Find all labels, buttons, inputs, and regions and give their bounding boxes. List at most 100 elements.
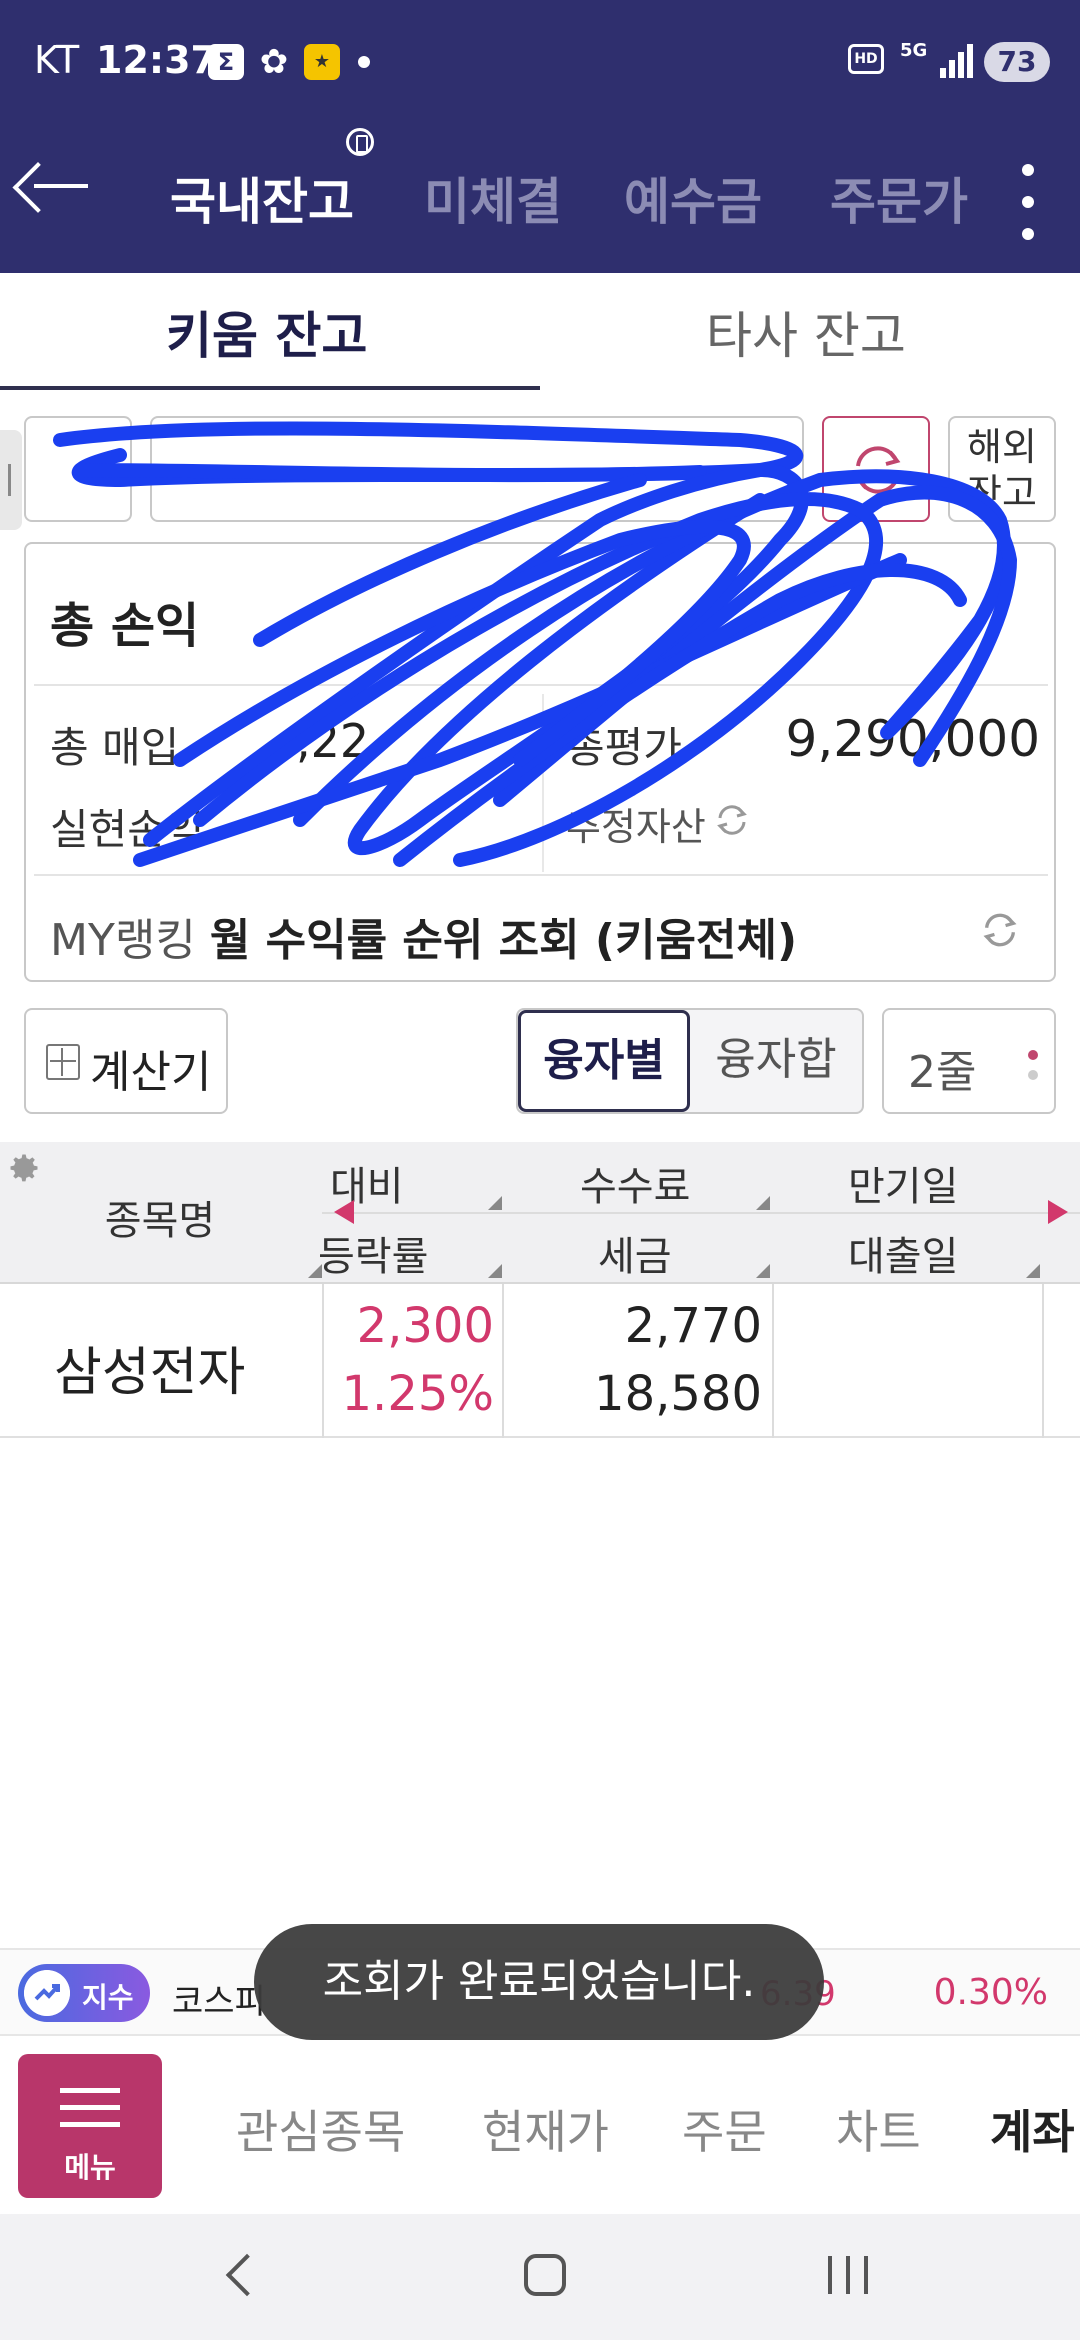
index-rate: 0.30% [933, 1972, 1048, 2013]
overseas-label-line2: 잔고 [967, 471, 1037, 515]
kb-app-icon: ★ [304, 44, 340, 80]
col-change-rate[interactable]: 등락률 [318, 1224, 428, 1282]
calculator-icon [46, 1044, 80, 1080]
calculator-label: 계산기 [90, 1047, 212, 1098]
clock: 12:37 [96, 38, 217, 82]
indicator-dot-icon [1028, 1050, 1038, 1060]
sort-icon [488, 1196, 502, 1210]
total-buy-label: 총 매입 [50, 723, 180, 772]
index-badge[interactable]: 지수 [18, 1964, 150, 2022]
column-divider [772, 1284, 774, 1438]
sort-icon [756, 1196, 770, 1210]
subtab-other-balance[interactable]: 타사 잔고 [706, 296, 906, 368]
notification-dot-icon [358, 56, 370, 68]
my-ranking-prefix: MY랭킹 [50, 915, 196, 966]
refresh-button[interactable] [822, 416, 930, 522]
row-mode-button[interactable]: 2줄 [882, 1008, 1056, 1114]
nav-current-price[interactable]: 현재가 [482, 2096, 609, 2162]
system-back-icon[interactable] [225, 2253, 269, 2297]
balance-summary-card: 총 손익 총 매입 ,22 총평가 9,290,000 실현손익 추정자산 MY… [24, 542, 1056, 982]
total-eval-value: 9,290,000 [785, 710, 1040, 768]
network-type-icon: 5G [900, 40, 928, 61]
index-badge-label: 지수 [82, 1981, 134, 2014]
col-fee[interactable]: 수수료 [580, 1154, 690, 1212]
by-loan-option[interactable]: 융자별 [518, 1010, 690, 1112]
holdings-table-header: 종목명 대비 등락률 수수료 세금 만기일 대출일 [0, 1142, 1080, 1284]
stock-change-rate: 1.25% [341, 1366, 494, 1422]
total-pl-label: 총 손익 [50, 598, 200, 654]
overseas-label-line1: 해외 [967, 425, 1037, 469]
signal-icon [940, 42, 974, 78]
calculator-button[interactable]: 계산기 [24, 1008, 228, 1114]
sort-icon [488, 1264, 502, 1278]
sort-icon [756, 1264, 770, 1278]
loan-sum-option[interactable]: 융자합 [690, 1010, 862, 1112]
nav-order[interactable]: 주문 [682, 2096, 767, 2162]
menu-button[interactable]: 메뉴 [18, 2054, 162, 2198]
divider [34, 874, 1048, 876]
col-loan-date[interactable]: 대출일 [848, 1224, 958, 1282]
index-name: 코스피 [172, 1982, 266, 2022]
loan-view-toggle: 융자별 융자합 [516, 1008, 864, 1114]
phone-lock-icon [346, 128, 374, 156]
col-maturity-date[interactable]: 만기일 [848, 1154, 958, 1212]
col-tax[interactable]: 세금 [598, 1224, 672, 1282]
nav-watchlist[interactable]: 관심종목 [236, 2096, 405, 2162]
side-drawer-handle[interactable] [0, 430, 22, 530]
carrier-label: KT [34, 38, 80, 82]
table-row[interactable]: 삼성전자 2,300 1.25% 2,770 18,580 [0, 1284, 1080, 1438]
total-buy-value: ,22 [296, 714, 370, 768]
tab-order-price[interactable]: 주문가 [830, 162, 968, 234]
account-type-select[interactable] [24, 416, 132, 522]
more-menu-icon[interactable] [1022, 164, 1034, 240]
system-nav-bar [0, 2214, 1080, 2340]
hamburger-icon [60, 2088, 120, 2128]
back-arrow-icon[interactable] [28, 154, 92, 218]
header-divider [322, 1212, 1080, 1214]
scroll-left-icon[interactable] [334, 1200, 354, 1224]
column-divider [502, 1284, 504, 1438]
nav-account[interactable]: 계좌 [990, 2096, 1075, 2162]
hd-voice-icon: HD [848, 44, 884, 74]
subtab-kiwoom-balance[interactable]: 키움 잔고 [166, 296, 367, 368]
trend-up-icon [24, 1970, 70, 2016]
estimated-asset-label: 추정자산 [566, 805, 706, 849]
nav-header: 국내잔고 미체결 예수금 주문가 [0, 120, 1080, 273]
tab-domestic-balance[interactable]: 국내잔고 [170, 162, 354, 234]
sort-icon [1026, 1264, 1040, 1278]
col-stock-name[interactable]: 종목명 [60, 1188, 260, 1246]
column-divider [1042, 1284, 1044, 1438]
stock-fee: 2,770 [624, 1298, 762, 1354]
sort-icon [308, 1264, 322, 1278]
stock-name: 삼성전자 [54, 1343, 246, 1403]
tab-unfilled[interactable]: 미체결 [424, 162, 562, 234]
stock-tax: 18,580 [594, 1366, 762, 1422]
bottom-nav: 메뉴 관심종목 현재가 주문 차트 계좌 [0, 2036, 1080, 2214]
indicator-dot-icon [1028, 1070, 1038, 1080]
toast-message: 조회가 완료되었습니다. [254, 1924, 824, 2040]
account-number-select[interactable] [150, 416, 804, 522]
divider [34, 684, 1048, 686]
pinwheel-icon: ✿ [259, 42, 289, 82]
nav-chart[interactable]: 차트 [836, 2096, 921, 2162]
vertical-divider [542, 694, 544, 872]
status-bar: KT 12:37 Σ ✿ ★ HD 5G 73 [0, 0, 1080, 120]
app-header: KT 12:37 Σ ✿ ★ HD 5G 73 국내잔고 미체결 예수금 주문가 [0, 0, 1080, 273]
row-mode-label: 2줄 [908, 1047, 977, 1098]
system-home-icon[interactable] [524, 2254, 566, 2296]
ranking-refresh-icon[interactable] [980, 910, 1020, 950]
my-ranking-link[interactable]: MY랭킹 월 수익률 순위 조회 (키움전체) [50, 904, 797, 968]
stock-change: 2,300 [356, 1298, 494, 1354]
tab-deposit[interactable]: 예수금 [624, 162, 762, 234]
subtab-indicator [0, 386, 540, 390]
gear-icon[interactable] [6, 1150, 42, 1186]
system-recents-icon[interactable] [828, 2256, 872, 2294]
sigma-app-icon: Σ [208, 44, 244, 80]
asset-refresh-icon[interactable] [714, 802, 750, 838]
scroll-right-icon[interactable] [1048, 1200, 1068, 1224]
overseas-balance-button[interactable]: 해외 잔고 [948, 416, 1056, 522]
battery-icon: 73 [984, 42, 1050, 82]
refresh-icon [855, 446, 901, 494]
menu-label: 메뉴 [64, 2151, 116, 2184]
realized-pl-label: 실현손익 [50, 805, 205, 854]
